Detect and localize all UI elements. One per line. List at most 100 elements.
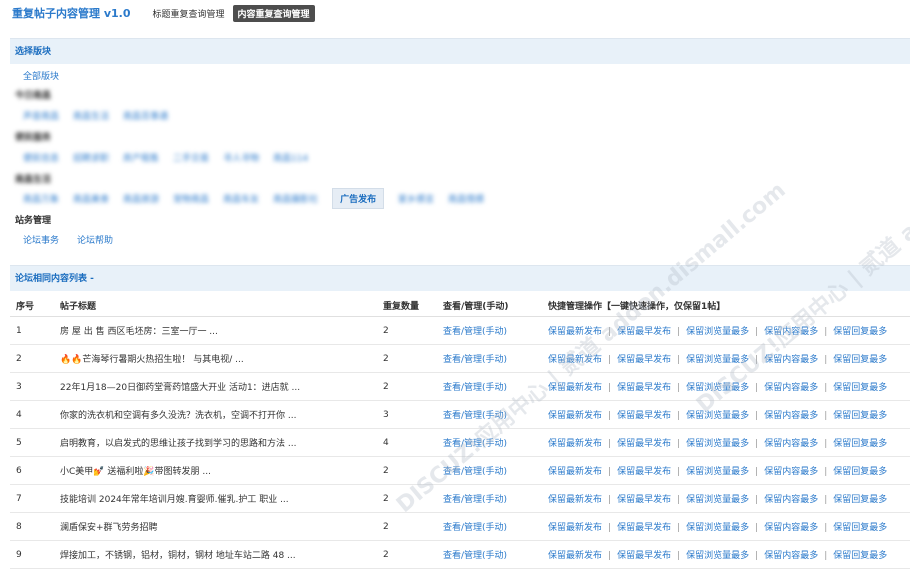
table-row: 9 焊接加工，不锈钢，铝材，铜材，钢材 地址车站二路 48 ... 2 查看/管理(手… bbox=[10, 540, 910, 569]
op-link[interactable]: 保留内容最多 bbox=[764, 327, 818, 337]
op-link[interactable]: 保留最新发布 bbox=[548, 523, 602, 533]
view-manage-link[interactable]: 查看/管理(手动) bbox=[443, 383, 507, 393]
op-link[interactable]: 保留内容最多 bbox=[764, 523, 818, 533]
forum-link[interactable]: 家乡感言 bbox=[398, 192, 434, 209]
op-link[interactable]: 保留内容最多 bbox=[764, 495, 818, 505]
op-link[interactable]: 保留回复最多 bbox=[833, 467, 887, 477]
duplicate-count: 2 bbox=[383, 484, 443, 513]
post-title: 启明教育，以启发式的思维让孩子找到学习的思路和方法 ... bbox=[60, 428, 383, 457]
separator: | bbox=[677, 523, 681, 533]
table-row: 6 小C美甲💅 送福利啦🎉带图转发朋 ... 2 查看/管理(手动) 保留最新发布 | 保留… bbox=[10, 456, 910, 485]
op-link[interactable]: 保留浏览量最多 bbox=[686, 467, 749, 477]
view-manage-link[interactable]: 查看/管理(手动) bbox=[443, 551, 507, 561]
forum-link[interactable]: 寻人寻物 bbox=[223, 151, 259, 164]
op-link[interactable]: 保留回复最多 bbox=[833, 411, 887, 421]
forum-link[interactable]: 南昌旅游 bbox=[123, 192, 159, 209]
duplicate-count: 2 bbox=[383, 344, 443, 373]
view-manage-link[interactable]: 查看/管理(手动) bbox=[443, 495, 507, 505]
forum-group-title: 今日南昌 bbox=[15, 91, 52, 101]
row-number: 8 bbox=[10, 512, 60, 541]
forum-link[interactable]: 南昌美食 bbox=[73, 192, 109, 209]
forum-link[interactable]: 南昌摄影社 bbox=[273, 192, 318, 209]
view-manage-link[interactable]: 查看/管理(手动) bbox=[443, 355, 507, 365]
duplicate-count: 3 bbox=[383, 400, 443, 429]
forum-link[interactable]: 南昌百事通 bbox=[123, 109, 168, 122]
row-number: 7 bbox=[10, 484, 60, 513]
forum-link[interactable]: 南昌情感 bbox=[448, 192, 484, 209]
op-link[interactable]: 保留最新发布 bbox=[548, 551, 602, 561]
op-link[interactable]: 保留回复最多 bbox=[833, 383, 887, 393]
op-link[interactable]: 保留回复最多 bbox=[833, 327, 887, 337]
forum-link[interactable]: 宠物南昌 bbox=[173, 192, 209, 209]
op-link[interactable]: 保留浏览量最多 bbox=[686, 523, 749, 533]
op-link[interactable]: 保留回复最多 bbox=[833, 439, 887, 449]
op-link[interactable]: 保留最早发布 bbox=[617, 355, 671, 365]
op-link[interactable]: 保留内容最多 bbox=[764, 551, 818, 561]
forum-link[interactable]: 南昌万象 bbox=[23, 192, 59, 209]
view-manage-link[interactable]: 查看/管理(手动) bbox=[443, 467, 507, 477]
op-link[interactable]: 保留浏览量最多 bbox=[686, 355, 749, 365]
view-manage-link[interactable]: 查看/管理(手动) bbox=[443, 327, 507, 337]
forum-link[interactable]: 南昌生活 bbox=[73, 109, 109, 122]
op-link[interactable]: 保留浏览量最多 bbox=[686, 327, 749, 337]
op-link[interactable]: 保留最早发布 bbox=[617, 523, 671, 533]
table-row: 8 澜盾保安+群飞劳务招聘 2 查看/管理(手动) 保留最新发布 | 保留最早发布 | 保留浏览… bbox=[10, 512, 910, 541]
op-link[interactable]: 保留最早发布 bbox=[617, 411, 671, 421]
forum-link-selected[interactable]: 广告发布 bbox=[332, 188, 385, 209]
op-link[interactable]: 保留内容最多 bbox=[764, 411, 818, 421]
op-link[interactable]: 保留浏览量最多 bbox=[686, 411, 749, 421]
op-link[interactable]: 保留最早发布 bbox=[617, 383, 671, 393]
forum-link[interactable]: 便民信息 bbox=[23, 151, 59, 164]
op-link[interactable]: 保留回复最多 bbox=[833, 551, 887, 561]
op-link[interactable]: 保留回复最多 bbox=[833, 523, 887, 533]
op-link[interactable]: 保留内容最多 bbox=[764, 383, 818, 393]
view-manage-link[interactable]: 查看/管理(手动) bbox=[443, 439, 507, 449]
duplicate-count: 2 bbox=[383, 540, 443, 569]
op-link[interactable]: 保留最新发布 bbox=[548, 355, 602, 365]
forum-link[interactable]: 南昌车友 bbox=[223, 192, 259, 209]
op-link[interactable]: 保留最早发布 bbox=[617, 439, 671, 449]
forum-link[interactable]: 论坛帮助 bbox=[77, 233, 113, 246]
separator: | bbox=[608, 439, 612, 449]
quick-ops: 保留最新发布 | 保留最早发布 | 保留浏览量最多 | 保留内容最多 | 保留回复最多 bbox=[548, 428, 910, 457]
duplicate-content-table: 序号 帖子标题 重复数量 查看/管理(手动) 快捷管理操作【一键快速操作，仅保留… bbox=[10, 294, 910, 569]
column-header: 重复数量 bbox=[383, 294, 443, 317]
op-link[interactable]: 保留浏览量最多 bbox=[686, 495, 749, 505]
op-link[interactable]: 保留回复最多 bbox=[833, 495, 887, 505]
tab-content-duplicate[interactable]: 内容重复查询管理 bbox=[232, 4, 315, 22]
op-link[interactable]: 保留回复最多 bbox=[833, 355, 887, 365]
op-link[interactable]: 保留最新发布 bbox=[548, 327, 602, 337]
forum-link[interactable]: 招聘求职 bbox=[73, 151, 109, 164]
op-link[interactable]: 保留最新发布 bbox=[548, 411, 602, 421]
op-link[interactable]: 保留最早发布 bbox=[617, 495, 671, 505]
op-link[interactable]: 保留最新发布 bbox=[548, 383, 602, 393]
op-link[interactable]: 保留最早发布 bbox=[617, 467, 671, 477]
separator: | bbox=[608, 495, 612, 505]
forum-link[interactable]: 论坛事务 bbox=[23, 233, 59, 246]
op-link[interactable]: 保留浏览量最多 bbox=[686, 383, 749, 393]
op-link[interactable]: 保留最早发布 bbox=[617, 327, 671, 337]
separator: | bbox=[824, 523, 828, 533]
forum-link[interactable]: 声音南昌 bbox=[23, 109, 59, 122]
op-link[interactable]: 保留内容最多 bbox=[764, 355, 818, 365]
tab-title-duplicate[interactable]: 标题重复查询管理 bbox=[153, 7, 225, 20]
list-section-header: 论坛相同内容列表 - bbox=[10, 265, 910, 291]
op-link[interactable]: 保留浏览量最多 bbox=[686, 439, 749, 449]
op-link[interactable]: 保留内容最多 bbox=[764, 439, 818, 449]
forum-link[interactable]: 二手交易 bbox=[173, 151, 209, 164]
op-link[interactable]: 保留内容最多 bbox=[764, 467, 818, 477]
forum-all-link[interactable]: 全部版块 bbox=[23, 69, 59, 82]
op-link[interactable]: 保留浏览量最多 bbox=[686, 551, 749, 561]
separator: | bbox=[677, 355, 681, 365]
view-manage-link[interactable]: 查看/管理(手动) bbox=[443, 523, 507, 533]
op-link[interactable]: 保留最早发布 bbox=[617, 551, 671, 561]
forum-section-header: 选择版块 bbox=[10, 38, 910, 64]
op-link[interactable]: 保留最新发布 bbox=[548, 467, 602, 477]
op-link[interactable]: 保留最新发布 bbox=[548, 495, 602, 505]
column-header: 快捷管理操作【一键快速操作，仅保留1帖】 bbox=[548, 294, 910, 317]
quick-ops: 保留最新发布 | 保留最早发布 | 保留浏览量最多 | 保留内容最多 | 保留回复最多 bbox=[548, 512, 910, 541]
forum-link[interactable]: 房产租售 bbox=[123, 151, 159, 164]
forum-link[interactable]: 南昌114 bbox=[273, 151, 308, 164]
view-manage-link[interactable]: 查看/管理(手动) bbox=[443, 411, 507, 421]
op-link[interactable]: 保留最新发布 bbox=[548, 439, 602, 449]
